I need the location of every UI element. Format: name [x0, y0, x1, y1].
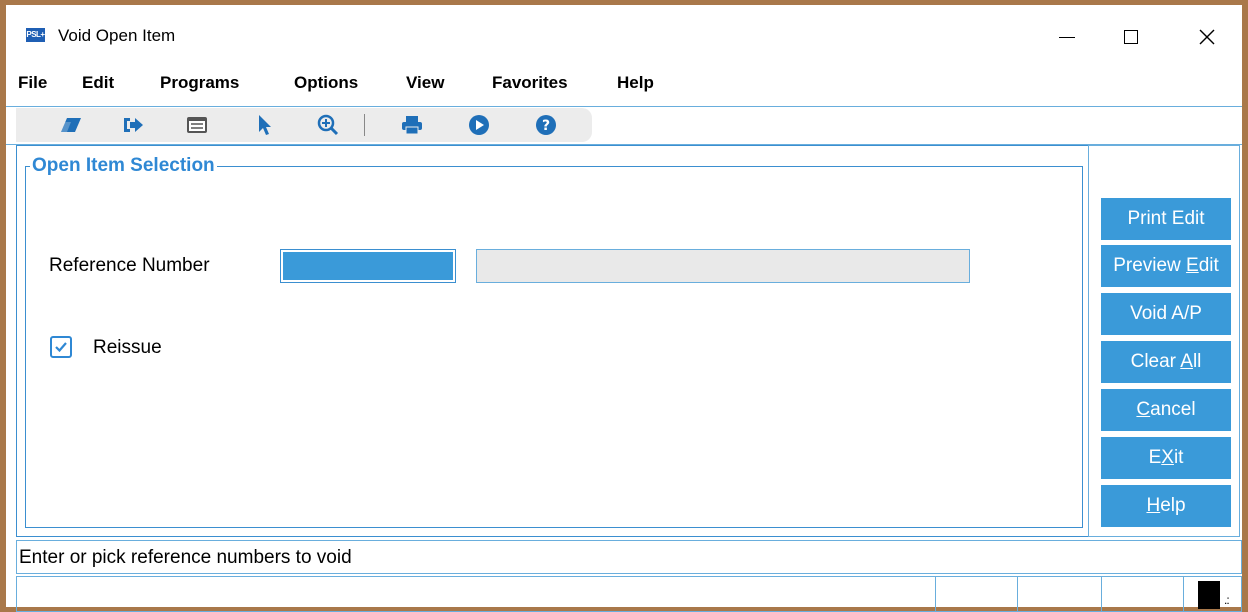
eraser-icon[interactable]: [59, 113, 83, 137]
exit-label-rest: it: [1173, 447, 1184, 468]
menu-edit[interactable]: Edit: [82, 73, 114, 93]
app-window: PSL+ Void Open Item File Edit Programs O…: [0, 0, 1248, 612]
menu-divider: [6, 106, 1242, 107]
preview-edit-label: Preview Edit: [1113, 255, 1219, 277]
toolbar: ?: [16, 108, 592, 142]
pointer-icon[interactable]: [253, 113, 277, 137]
preview-edit-hotkey: E: [1186, 255, 1199, 276]
exit-label: EXit: [1149, 447, 1184, 469]
status-panels-bar: .:: [16, 576, 1242, 612]
status-panel-3: [1101, 577, 1102, 611]
exit-label-part: E: [1148, 447, 1162, 468]
help-icon[interactable]: ?: [534, 113, 558, 137]
print-icon[interactable]: [400, 113, 424, 137]
maximize-button[interactable]: [1108, 19, 1154, 55]
minimize-button[interactable]: [1044, 19, 1090, 55]
reference-number-input[interactable]: [280, 249, 456, 283]
status-panel-4: [1183, 577, 1184, 611]
void-ap-button[interactable]: Void A/P: [1101, 293, 1231, 335]
menu-help[interactable]: Help: [617, 73, 654, 93]
open-item-selection-group: Open Item Selection Reference Number Rei…: [25, 155, 1083, 528]
menu-programs[interactable]: Programs: [160, 73, 239, 93]
menu-favorites[interactable]: Favorites: [492, 73, 568, 93]
cancel-label-rest: ancel: [1150, 399, 1196, 420]
cancel-label: Cancel: [1136, 399, 1195, 421]
status-message: Enter or pick reference numbers to void: [19, 547, 352, 568]
list-window-icon[interactable]: [185, 113, 209, 137]
toolbar-separator: [364, 114, 365, 136]
app-logo-icon: PSL+: [26, 28, 45, 42]
clear-all-label: Clear All: [1131, 351, 1202, 373]
preview-edit-label-rest: dit: [1198, 255, 1219, 276]
cancel-button[interactable]: Cancel: [1101, 389, 1231, 431]
maximize-icon: [1124, 30, 1138, 44]
exit-button[interactable]: EXit: [1101, 437, 1231, 479]
checkmark-icon: [55, 342, 67, 353]
void-ap-label: Void A/P: [1130, 303, 1202, 324]
status-indicator: [1198, 581, 1220, 609]
reissue-checkbox[interactable]: [50, 336, 72, 358]
play-icon[interactable]: [467, 113, 491, 137]
resize-grip-icon[interactable]: .:: [1224, 593, 1230, 607]
close-icon: [1199, 29, 1215, 45]
menu-view[interactable]: View: [406, 73, 444, 93]
menu-options[interactable]: Options: [294, 73, 358, 93]
minimize-icon: [1059, 36, 1075, 38]
window-title: Void Open Item: [58, 26, 176, 45]
print-edit-button[interactable]: Print Edit: [1101, 198, 1231, 240]
reference-number-value: [283, 252, 453, 280]
clear-all-hotkey: A: [1180, 351, 1193, 372]
menu-bar: File Edit Programs Options View Favorite…: [6, 65, 1242, 107]
status-panel-1: [935, 577, 936, 611]
action-button-panel: Print Edit Preview Edit Void A/P Clear A…: [1088, 145, 1240, 537]
reference-number-label: Reference Number: [49, 255, 210, 276]
cancel-hotkey: C: [1136, 399, 1151, 420]
title-bar: PSL+ Void Open Item: [6, 5, 1242, 65]
help-label: Help: [1146, 495, 1185, 517]
preview-edit-label-part: Preview: [1113, 255, 1187, 276]
group-title: Open Item Selection: [30, 155, 217, 177]
reference-description-field: [476, 249, 970, 283]
print-edit-label: Print Edit: [1127, 208, 1205, 229]
svg-text:?: ?: [542, 118, 550, 134]
clear-all-button[interactable]: Clear All: [1101, 341, 1231, 383]
preview-edit-button[interactable]: Preview Edit: [1101, 245, 1231, 287]
help-label-rest: elp: [1160, 495, 1186, 516]
help-hotkey: H: [1146, 495, 1161, 516]
reissue-label: Reissue: [93, 337, 162, 358]
exit-hotkey: X: [1161, 447, 1174, 468]
clear-all-label-part: Clear: [1130, 351, 1181, 372]
clear-all-label-rest: ll: [1192, 351, 1202, 372]
zoom-in-icon[interactable]: [316, 113, 340, 137]
close-button[interactable]: [1184, 19, 1230, 55]
menu-file[interactable]: File: [18, 73, 47, 93]
status-message-bar: Enter or pick reference numbers to void: [16, 540, 1242, 574]
help-button[interactable]: Help: [1101, 485, 1231, 527]
main-panel: Open Item Selection Reference Number Rei…: [16, 145, 1090, 537]
exit-arrow-icon[interactable]: [121, 113, 145, 137]
status-panel-2: [1017, 577, 1018, 611]
